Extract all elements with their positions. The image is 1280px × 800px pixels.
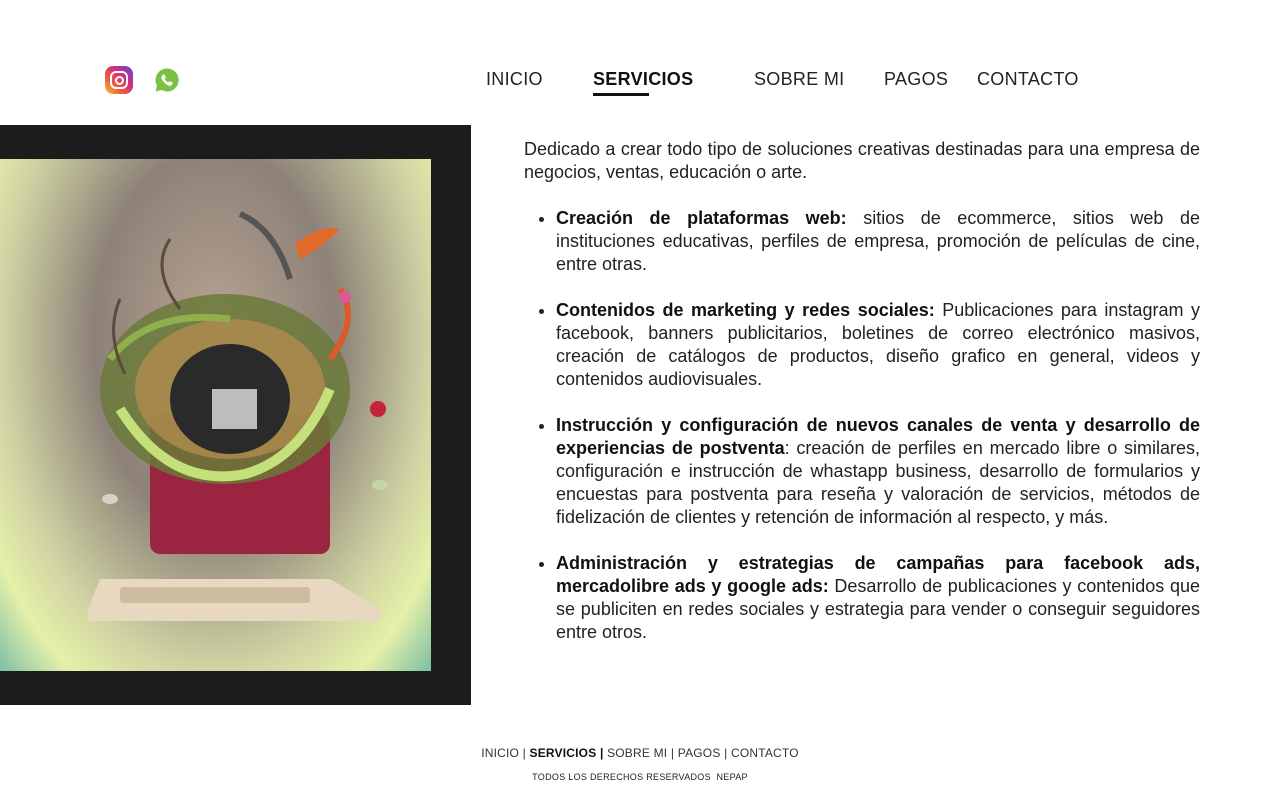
service-item: Instrucción y configuración de nuevos ca… [556,414,1200,529]
active-nav-indicator [593,93,649,96]
instagram-link[interactable] [105,66,133,94]
footer-nav: INICIO | SERVICIOS | SOBRE MI | PAGOS | … [0,746,1280,760]
footer-separator: | [724,746,731,760]
nav-contacto[interactable]: CONTACTO [977,69,1079,90]
nav-pagos[interactable]: PAGOS [884,69,948,90]
service-title: Creación de plataformas web: [556,208,847,228]
whatsapp-icon [155,68,179,92]
nav-sobre-mi[interactable]: SOBRE MI [754,69,844,90]
service-item: Contenidos de marketing y redes sociales… [556,299,1200,391]
image-frame [0,125,471,705]
footer-separator: | [599,746,608,760]
services-list: Creación de plataformas web: sitios de e… [524,207,1200,644]
nav-servicios[interactable]: SERVICIOS [593,69,693,90]
footer-link-contacto[interactable]: CONTACTO [731,746,799,760]
footer-link-pagos[interactable]: PAGOS [678,746,721,760]
footer-link-servicios[interactable]: SERVICIOS [529,746,596,760]
nav-inicio[interactable]: INICIO [486,69,543,90]
service-item: Administración y estrategias de campañas… [556,552,1200,644]
intro-paragraph: Dedicado a crear todo tipo de soluciones… [524,139,1200,182]
footer-link-inicio[interactable]: INICIO [481,746,519,760]
instagram-icon [105,66,133,94]
social-links [105,66,181,94]
services-content: Dedicado a crear todo tipo de soluciones… [524,138,1200,667]
laptop-illustration [88,211,388,621]
copyright-text: TODOS LOS DERECHOS RESERVADOS NEPAP [532,772,748,782]
hero-artwork-laptop-image [0,159,431,671]
service-title: Contenidos de marketing y redes sociales… [556,300,935,320]
footer-separator: | [670,746,678,760]
footer-link-sobre-mi[interactable]: SOBRE MI [607,746,667,760]
service-item: Creación de plataformas web: sitios de e… [556,207,1200,276]
whatsapp-link[interactable] [153,66,181,94]
